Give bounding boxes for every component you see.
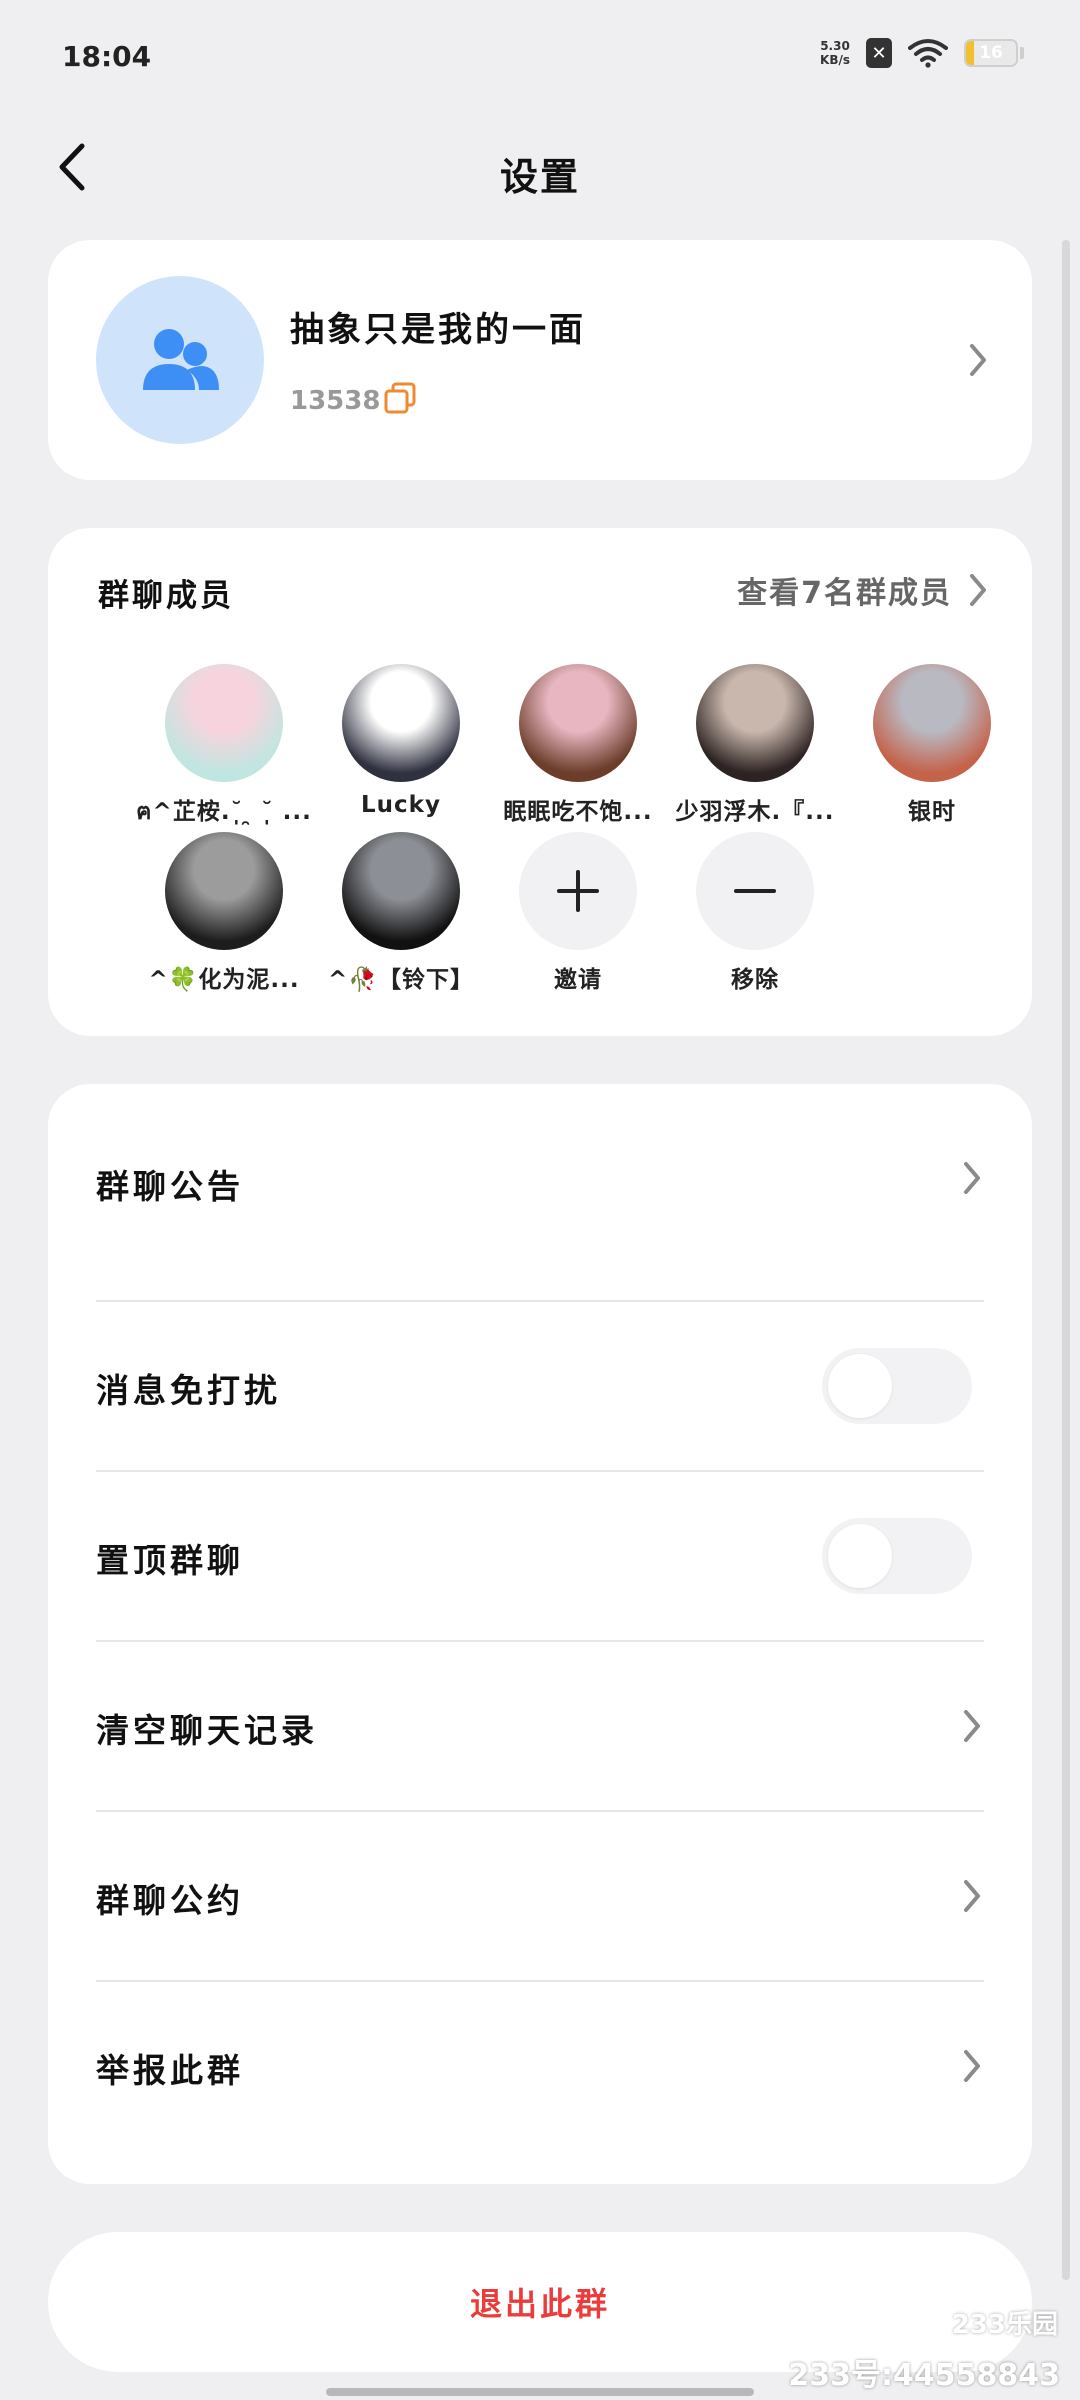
scrollbar[interactable] (1062, 240, 1070, 2280)
member-item[interactable]: ^🍀化为泥... (136, 832, 312, 994)
mute-row: 消息免打扰 (96, 1302, 984, 1470)
member-avatar (342, 832, 460, 950)
status-icons: 5.30 KB/s ✕ 16 (820, 38, 1024, 68)
pin-row: 置顶群聊 (96, 1472, 984, 1640)
battery-icon: 16 (964, 39, 1018, 67)
exit-group-label: 退出此群 (469, 2285, 610, 2323)
chevron-right-icon (964, 1880, 980, 1912)
group-name: 抽象只是我的一面 (290, 310, 586, 350)
copy-icon[interactable] (382, 380, 418, 416)
member-name: 银时 (908, 799, 956, 825)
member-avatar (873, 664, 991, 782)
member-name: 眠眠吃不饱... (503, 799, 653, 825)
invite-circle (519, 832, 637, 950)
toggle-knob (828, 1354, 892, 1418)
plus-icon (557, 870, 599, 912)
chevron-right-icon (970, 574, 986, 606)
clear-history-label: 清空聊天记录 (96, 1711, 318, 1750)
rules-label: 群聊公约 (96, 1881, 244, 1920)
report-row[interactable]: 举报此群 (96, 1982, 984, 2150)
member-name: ฅ^芷桉.˘̩̩̩ ̯ ˘̩̩̩ ... (136, 799, 312, 825)
sim-off-icon: ✕ (866, 38, 892, 68)
remove-circle (696, 832, 814, 950)
member-item[interactable]: Lucky (313, 664, 489, 818)
chevron-right-icon (964, 1162, 980, 1194)
toggle-knob (828, 1524, 892, 1588)
watermark-text: 233号:44558843 (788, 2358, 1060, 2393)
remove-member-button[interactable]: 移除 (667, 832, 843, 994)
member-item[interactable]: 眠眠吃不饱... (490, 664, 666, 826)
member-item[interactable]: ^🥀【铃下】 (313, 832, 489, 994)
invite-member-button[interactable]: 邀请 (490, 832, 666, 994)
mute-toggle[interactable] (822, 1348, 972, 1424)
chevron-right-icon (964, 1710, 980, 1742)
announcement-label: 群聊公告 (96, 1167, 244, 1206)
announcement-row[interactable]: 群聊公告 (96, 1084, 984, 1300)
member-avatar (165, 664, 283, 782)
member-avatar (519, 664, 637, 782)
group-users-icon (143, 329, 219, 390)
network-speed: 5.30 KB/s (820, 39, 850, 67)
chevron-right-icon (970, 344, 986, 376)
home-indicator[interactable] (326, 2388, 754, 2396)
member-avatar (165, 832, 283, 950)
members-card: 群聊成员 查看7名群成员 ฅ^芷桉.˘̩̩̩ ̯ ˘̩̩̩ ... Lucky 眠眠… (48, 528, 1032, 1036)
member-avatar (696, 664, 814, 782)
remove-label: 移除 (731, 967, 779, 993)
member-name: ^🥀【铃下】 (328, 967, 474, 993)
pin-toggle[interactable] (822, 1518, 972, 1594)
battery-percent: 16 (979, 43, 1003, 63)
status-bar: 18:04 5.30 KB/s ✕ 16 (0, 0, 1080, 120)
members-title: 群聊成员 (98, 578, 234, 614)
group-avatar (96, 276, 264, 444)
page-title: 设置 (499, 155, 580, 199)
pin-label: 置顶群聊 (96, 1541, 244, 1580)
clear-history-row[interactable]: 清空聊天记录 (96, 1642, 984, 1810)
wifi-icon (908, 39, 948, 68)
minus-icon (734, 889, 776, 893)
view-all-members-link[interactable]: 查看7名群成员 (737, 568, 990, 612)
report-label: 举报此群 (96, 2051, 244, 2090)
view-all-members-label: 查看7名群成员 (737, 576, 952, 611)
rules-row[interactable]: 群聊公约 (96, 1812, 984, 1980)
member-item[interactable]: 银时 (844, 664, 1020, 826)
member-item[interactable]: 少羽浮木.『... (667, 664, 843, 826)
member-name: 少羽浮木.『... (675, 799, 835, 825)
status-time: 18:04 (62, 40, 152, 73)
chevron-right-icon (964, 2050, 980, 2082)
mute-label: 消息免打扰 (96, 1371, 281, 1410)
invite-label: 邀请 (554, 967, 602, 993)
watermark-logo: 233乐园 (951, 2310, 1058, 2340)
battery-tip (1020, 47, 1024, 59)
member-name: Lucky (361, 792, 441, 818)
member-item[interactable]: ฅ^芷桉.˘̩̩̩ ̯ ˘̩̩̩ ... (136, 664, 312, 830)
group-id: 13538 (290, 386, 381, 416)
settings-list: 群聊公告 消息免打扰 置顶群聊 清空聊天记录 群聊公约 举报此群 (48, 1084, 1032, 2184)
member-avatar (342, 664, 460, 782)
group-profile-card[interactable]: 抽象只是我的一面 13538 (48, 240, 1032, 480)
member-name: ^🍀化为泥... (148, 967, 300, 993)
